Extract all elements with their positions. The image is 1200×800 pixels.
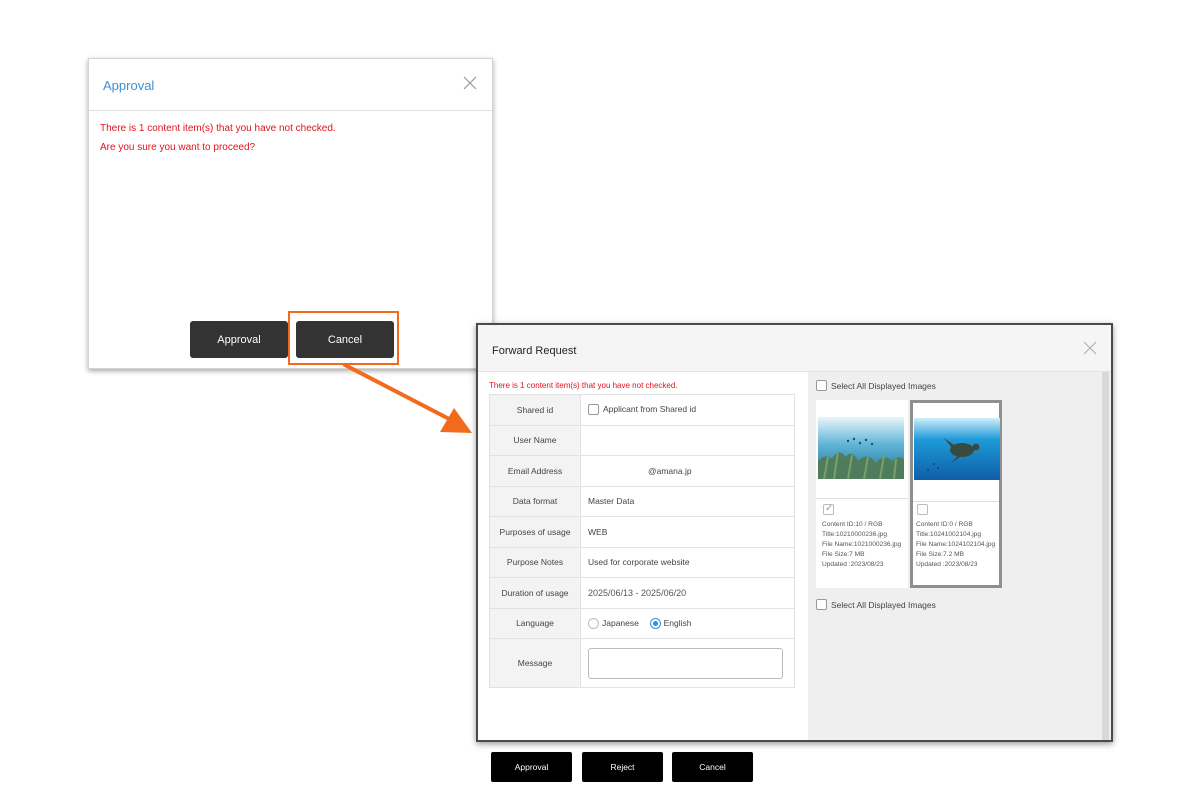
canvas: Approval There is 1 content item(s) that… — [0, 0, 1200, 800]
unchecked-warning-text: There is 1 content item(s) that you have… — [100, 123, 336, 134]
approval-button[interactable]: Approval — [491, 752, 572, 782]
cancel-button[interactable]: Cancel — [672, 752, 753, 782]
request-form-panel: There is 1 content item(s) that you have… — [478, 372, 808, 782]
select-all-label: Select All Displayed Images — [831, 380, 936, 391]
vertical-scrollbar[interactable] — [1102, 372, 1109, 740]
form-row: Email Address @amana.jp — [489, 455, 795, 487]
approval-dialog-title: Approval — [103, 78, 155, 93]
close-icon[interactable] — [1083, 341, 1097, 355]
form-row: User Name — [489, 424, 795, 456]
proceed-confirm-text: Are you sure you want to proceed? — [100, 142, 256, 153]
form-row: Duration of usage 2025/06/13 - 2025/06/2… — [489, 577, 795, 609]
image-card[interactable]: Content ID:10 / RGB Title:10210000236.jp… — [816, 400, 908, 588]
language-english-radio[interactable] — [649, 617, 661, 629]
data-format-value: Master Data — [580, 485, 795, 517]
form-row: Data format Master Data — [489, 485, 795, 517]
coral-reef-thumbnail[interactable] — [818, 417, 904, 479]
shared-id-checkbox-label: Applicant from Shared id — [603, 404, 697, 415]
select-all-checkbox[interactable] — [816, 380, 827, 391]
purpose-notes-value: Used for corporate website — [580, 546, 795, 578]
user-name-label: User Name — [489, 424, 581, 456]
form-row: Language Japanese English — [489, 607, 795, 639]
form-row: Purposes of usage WEB — [489, 516, 795, 548]
data-format-label: Data format — [489, 485, 581, 517]
cancel-highlight-box — [288, 311, 399, 365]
approval-button[interactable]: Approval — [190, 321, 288, 358]
message-textarea[interactable] — [588, 647, 783, 679]
image-meta: Content ID:10 / RGB Title:10210000236.jp… — [822, 521, 902, 568]
duration-label: Duration of usage — [489, 577, 581, 609]
unchecked-warning-text: There is 1 content item(s) that you have… — [489, 381, 678, 390]
purpose-notes-label: Purpose Notes — [489, 546, 581, 578]
message-label: Message — [489, 638, 581, 688]
shared-id-label: Shared id — [489, 394, 581, 426]
user-name-value — [580, 424, 795, 456]
image-card-checkbox[interactable] — [917, 504, 928, 515]
email-value: @amana.jp — [648, 465, 692, 476]
close-icon[interactable] — [462, 75, 478, 91]
select-all-images-top[interactable]: Select All Displayed Images — [816, 380, 936, 391]
arrow-icon — [343, 363, 472, 433]
forward-request-dialog: Forward Request There is 1 content item(… — [476, 323, 1113, 782]
duration-value: 2025/06/13 - 2025/06/20 — [588, 587, 687, 598]
sea-turtle-thumbnail[interactable] — [914, 418, 1000, 480]
image-card-checkbox[interactable] — [823, 503, 834, 515]
image-meta: Content ID:0 / RGB Title:10241002104.jpg… — [916, 521, 996, 568]
language-english-label: English — [663, 617, 692, 628]
select-all-label: Select All Displayed Images — [831, 599, 936, 610]
request-form-table: Shared id Applicant from Shared id User … — [489, 394, 795, 688]
approval-dialog-header: Approval — [89, 59, 492, 111]
form-row: Shared id Applicant from Shared id — [489, 394, 795, 426]
select-all-images-bottom[interactable]: Select All Displayed Images — [816, 599, 936, 610]
forward-request-header: Forward Request — [478, 325, 1111, 372]
shared-id-checkbox[interactable] — [588, 404, 599, 416]
image-card[interactable]: Content ID:0 / RGB Title:10241002104.jpg… — [910, 400, 1002, 588]
images-panel: Select All Displayed Images ✓ Content ID… — [808, 372, 1111, 740]
purposes-value: WEB — [580, 516, 795, 548]
select-all-checkbox[interactable] — [816, 599, 827, 610]
form-row: Purpose Notes Used for corporate website — [489, 546, 795, 578]
reject-button[interactable]: Reject — [582, 752, 663, 782]
language-japanese-radio[interactable] — [588, 617, 599, 629]
language-label: Language — [489, 607, 581, 639]
language-japanese-label: Japanese — [602, 617, 639, 628]
form-row: Message — [489, 638, 795, 688]
email-label: Email Address — [489, 455, 581, 487]
purposes-label: Purposes of usage — [489, 516, 581, 548]
forward-request-title: Forward Request — [492, 345, 577, 357]
